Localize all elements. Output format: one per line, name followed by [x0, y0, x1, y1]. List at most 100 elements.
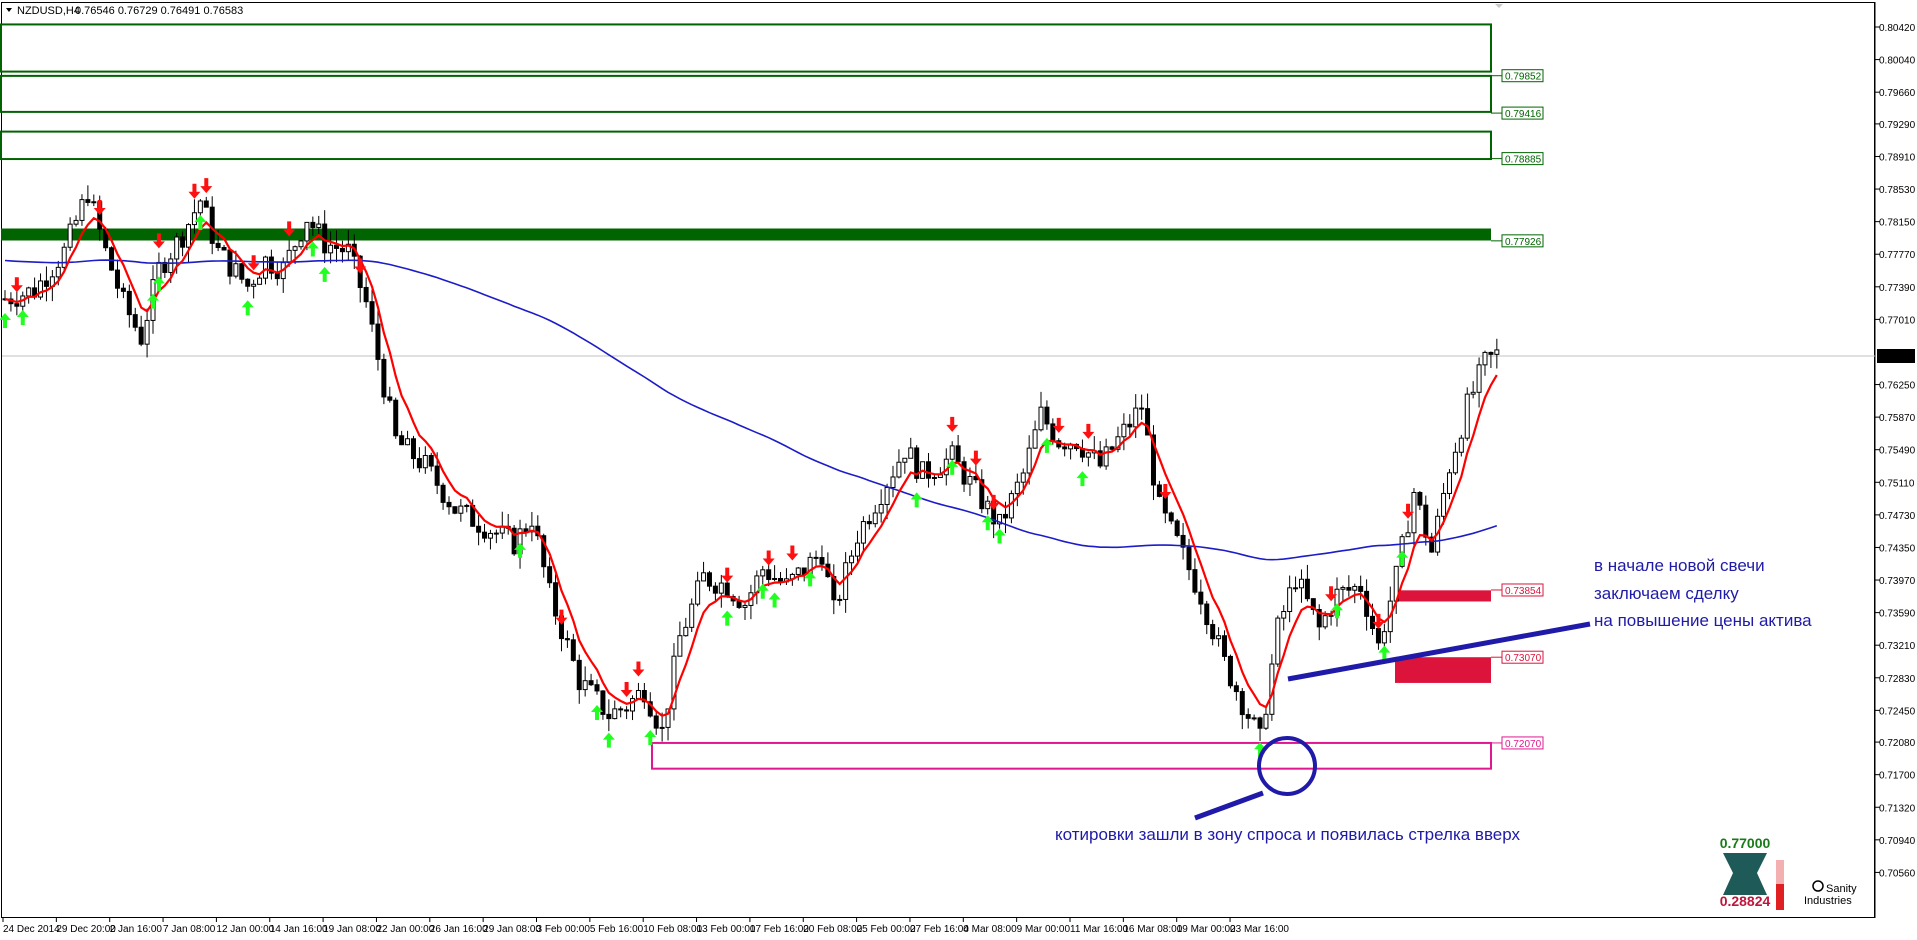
- candle-body: [926, 461, 932, 479]
- symbol-label: NZDUSD,H4: [17, 5, 80, 17]
- candle-body: [1476, 364, 1482, 393]
- candle-body: [1204, 603, 1210, 626]
- candle-body: [43, 280, 49, 287]
- candle-body: [1482, 351, 1488, 366]
- candle-body: [760, 569, 766, 577]
- candle-body: [1174, 520, 1180, 536]
- y-tick-label: 0.75870: [1879, 413, 1916, 424]
- candle-body: [174, 236, 180, 260]
- candle-body: [553, 582, 559, 617]
- candle-body: [1133, 407, 1139, 428]
- candle-body: [1263, 713, 1269, 729]
- note-line-3: на повышение цены актива: [1594, 611, 1812, 630]
- candle-body: [138, 326, 144, 345]
- candle-body: [1417, 491, 1423, 506]
- y-tick-label: 0.77010: [1879, 315, 1916, 326]
- candle-body: [1192, 569, 1198, 593]
- candle-body: [1198, 591, 1204, 605]
- candle-body: [1062, 446, 1068, 450]
- candle-body: [410, 438, 416, 460]
- x-tick-label: 25 Feb 00:00: [857, 924, 916, 935]
- candle-body: [120, 287, 126, 292]
- candle-body: [1446, 472, 1452, 494]
- x-tick-label: 20 Feb 08:00: [803, 924, 862, 935]
- candle-body: [227, 249, 233, 277]
- brand-line-2: Industries: [1804, 895, 1852, 907]
- candle-body: [328, 244, 334, 254]
- y-tick-label: 0.79290: [1879, 120, 1916, 131]
- candle-body: [618, 708, 624, 711]
- y-tick-label: 0.78910: [1879, 152, 1916, 163]
- y-tick-label: 0.75490: [1879, 446, 1916, 457]
- x-tick-label: 10 Feb 08:00: [643, 924, 702, 935]
- candle-body: [197, 200, 203, 214]
- x-tick-label: 16 Mar 08:00: [1123, 924, 1182, 935]
- candle-body: [132, 314, 138, 328]
- y-tick-label: 0.72830: [1879, 674, 1916, 685]
- x-tick-label: 12 Jan 00:00: [216, 924, 274, 935]
- candle-body: [1304, 578, 1310, 600]
- candle-body: [482, 531, 488, 539]
- x-tick-label: 7 Jan 08:00: [163, 924, 216, 935]
- y-tick-label: 0.73210: [1879, 641, 1916, 652]
- brand-line-1: Sanity: [1826, 883, 1857, 895]
- candle-body: [1186, 546, 1192, 571]
- x-tick-label: 29 Dec 20:00: [56, 924, 116, 935]
- candle-body: [79, 199, 85, 221]
- candle-body: [961, 461, 967, 485]
- candle-body: [487, 532, 493, 539]
- y-tick-label: 0.75110: [1879, 478, 1915, 489]
- candle-body: [215, 242, 221, 249]
- x-tick-label: 26 Jan 16:00: [430, 924, 488, 935]
- candle-body: [1381, 631, 1387, 644]
- candle-body: [239, 263, 245, 280]
- candle-body: [724, 582, 730, 598]
- candle-body: [440, 484, 446, 503]
- candle-body: [381, 358, 387, 398]
- candle-body: [416, 458, 422, 469]
- candle-body: [203, 200, 209, 208]
- candle-body: [73, 219, 79, 225]
- candle-body: [221, 247, 227, 251]
- current-price-label: 0.76583: [1879, 352, 1916, 363]
- candle-body: [1488, 351, 1494, 355]
- candle-body: [476, 525, 482, 533]
- bottom-note: котировки зашли в зону спроса и появилас…: [1055, 825, 1521, 844]
- candle-body: [1358, 585, 1364, 592]
- y-tick-label: 0.70940: [1879, 836, 1916, 847]
- candle-body: [1328, 614, 1334, 617]
- candle-body: [718, 582, 724, 594]
- candle-body: [180, 236, 186, 248]
- candle-body: [1222, 635, 1228, 657]
- y-tick-label: 0.74730: [1879, 511, 1916, 522]
- x-tick-label: 27 Feb 16:00: [910, 924, 969, 935]
- candle-body: [1470, 391, 1476, 395]
- zone-0.73854: [1396, 590, 1491, 602]
- candle-body: [689, 603, 695, 628]
- candle-body: [967, 475, 973, 485]
- candle-body: [985, 500, 991, 510]
- x-tick-label: 24 Dec 2014: [3, 924, 60, 935]
- candle-body: [1251, 717, 1257, 720]
- candle-body: [1281, 611, 1287, 619]
- candle-body: [26, 287, 32, 297]
- candle-body: [1103, 446, 1109, 467]
- candle-body: [55, 266, 61, 278]
- y-tick-label: 0.73970: [1879, 576, 1916, 587]
- candle-body: [1293, 587, 1299, 590]
- candle-body: [1109, 446, 1115, 450]
- candle-body: [1352, 585, 1358, 591]
- candle-body: [1239, 691, 1245, 716]
- y-tick-label: 0.80040: [1879, 56, 1916, 67]
- candle-body: [67, 223, 73, 248]
- candle-body: [85, 199, 91, 203]
- candle-body: [209, 206, 215, 244]
- candle-body: [908, 447, 914, 459]
- x-tick-label: 19 Mar 00:00: [1177, 924, 1236, 935]
- candle-body: [772, 577, 778, 580]
- candle-body: [1275, 617, 1281, 665]
- price-chart[interactable]: NZDUSD,H4 0.76546 0.76729 0.76491 0.7658…: [0, 0, 1917, 940]
- y-tick-label: 0.71700: [1879, 771, 1916, 782]
- candle-body: [251, 283, 257, 287]
- candle-body: [1210, 624, 1216, 640]
